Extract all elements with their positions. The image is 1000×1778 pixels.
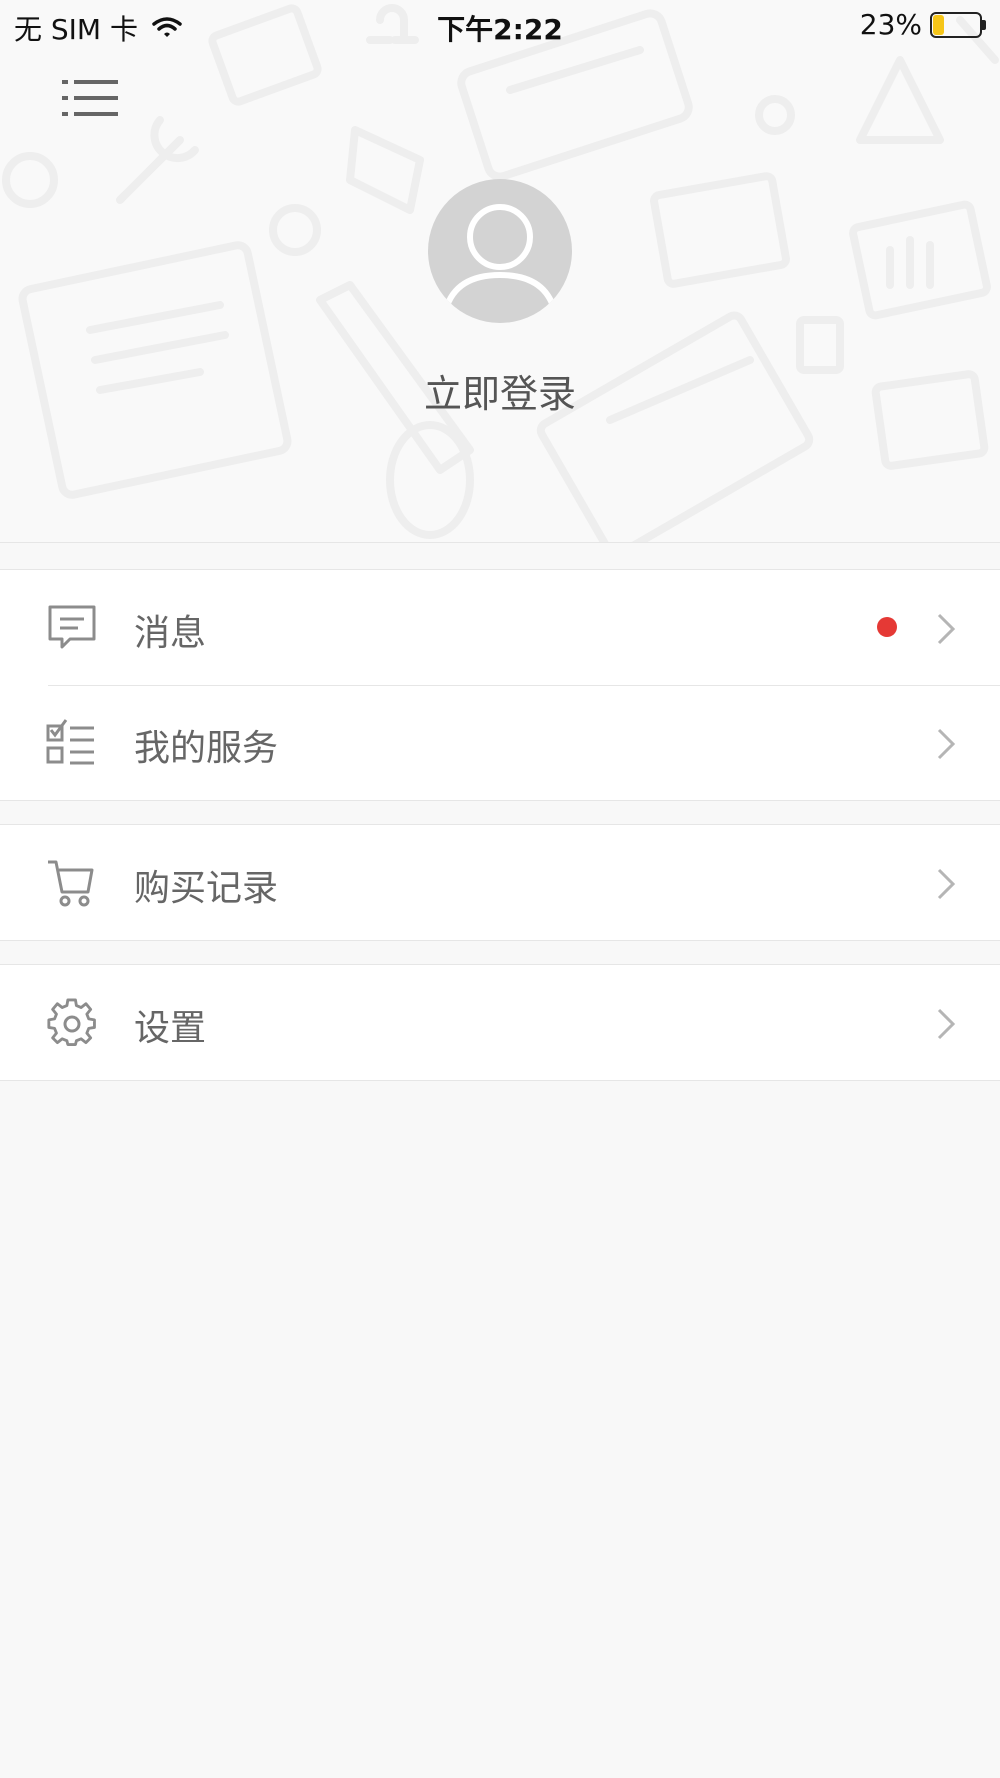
gear-icon bbox=[47, 998, 96, 1046]
battery-group: 23% bbox=[860, 8, 986, 41]
chevron-right-icon bbox=[937, 1008, 956, 1040]
message-icon bbox=[48, 605, 96, 649]
menu-item-label: 我的服务 bbox=[134, 728, 279, 769]
battery-percent: 23% bbox=[859, 8, 922, 41]
avatar[interactable] bbox=[428, 179, 572, 323]
unread-indicator bbox=[877, 617, 897, 637]
list-icon bbox=[62, 80, 118, 116]
checklist-icon bbox=[46, 719, 94, 765]
chevron-right-icon bbox=[937, 613, 956, 645]
menu-button[interactable] bbox=[60, 76, 120, 124]
cart-icon bbox=[48, 860, 94, 907]
user-placeholder-icon bbox=[443, 204, 557, 310]
menu-group-1: 消息 我的服务 bbox=[0, 569, 1000, 801]
profile-header: 无 SIM 卡 下午2:22 23% 立即登录 bbox=[0, 0, 1000, 543]
menu-item-purchase-history[interactable]: 购买记录 bbox=[0, 825, 1000, 940]
chevron-right-icon bbox=[937, 728, 956, 760]
menu-item-label: 消息 bbox=[134, 613, 207, 654]
login-link[interactable]: 立即登录 bbox=[0, 363, 1000, 418]
battery-icon bbox=[930, 11, 986, 38]
chevron-right-icon bbox=[937, 868, 956, 900]
menu-item-my-services[interactable]: 我的服务 bbox=[0, 685, 1000, 800]
status-time: 下午2:22 bbox=[437, 13, 563, 46]
menu-item-settings[interactable]: 设置 bbox=[0, 965, 1000, 1080]
profile-screen: 无 SIM 卡 下午2:22 23% 立即登录 消息 我的服务 购买记录 设置 bbox=[0, 0, 1000, 1778]
menu-group-2: 购买记录 bbox=[0, 824, 1000, 941]
menu-item-messages[interactable]: 消息 bbox=[0, 570, 1000, 685]
menu-group-3: 设置 bbox=[0, 964, 1000, 1081]
menu-item-label: 购买记录 bbox=[134, 868, 279, 909]
menu-item-label: 设置 bbox=[134, 1008, 207, 1049]
status-bar: 无 SIM 卡 下午2:22 23% bbox=[0, 0, 1000, 50]
